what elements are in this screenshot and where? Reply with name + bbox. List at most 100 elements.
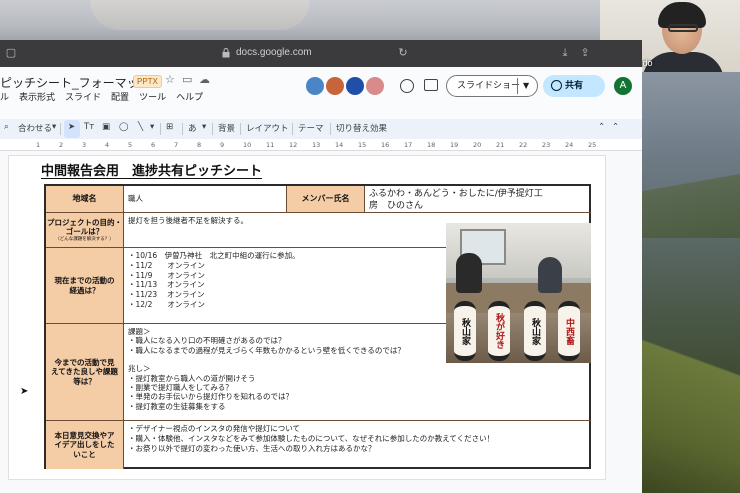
zoom-select[interactable]: 合わせる [18, 122, 52, 134]
ruler-tick: 10 [243, 141, 252, 149]
transition-button[interactable]: 切り替え効果 [336, 122, 387, 134]
star-icon[interactable]: ☆ [165, 73, 175, 86]
ruler-tick: 13 [312, 141, 321, 149]
move-folder-icon[interactable]: ▭ [182, 73, 192, 86]
findings-line: ・単発のお手伝いから提灯作りを知れるのでは？ [128, 392, 293, 402]
share-page-icon[interactable]: ⇪ [578, 46, 592, 60]
menu-item-help[interactable]: ヘルプ [176, 90, 203, 106]
menu-item-edit-fragment[interactable]: ル [0, 90, 9, 106]
ruler-tick: 7 [174, 141, 179, 149]
collaborator-avatar[interactable] [366, 77, 384, 95]
shape-icon[interactable]: ◯ [119, 122, 129, 132]
sidebar-icon[interactable]: ▢ [4, 46, 18, 60]
chevron-down-icon[interactable]: ▼ [523, 76, 529, 96]
menu-item-slide[interactable]: スライド [65, 90, 101, 106]
menu-item-tools[interactable]: ツール [139, 90, 166, 106]
activity-item: ・10/16 伊曽乃神社 北之町中組の運行に参加。 [128, 251, 300, 260]
pitch-sheet-table[interactable]: 地域名 職人 メンバー氏名 ふるかわ・あんどう・おしたに/伊予提灯工 房 ひのさ… [44, 184, 591, 469]
ruler-tick: 16 [381, 141, 390, 149]
exchange-item: ・お祭り以外で提灯の変わった使い方、生活への取り入れ方はあるかな？ [128, 443, 376, 453]
select-cursor-icon[interactable]: ➤ [68, 122, 75, 132]
ruler-tick: 11 [266, 141, 275, 149]
ruler-tick: 12 [289, 141, 298, 149]
ceiling-decoration [90, 0, 310, 30]
input-tools-icon[interactable]: あ [188, 122, 197, 134]
share-button[interactable]: 共有 [543, 75, 605, 97]
goal-value[interactable]: 提灯を担う後継者不足を解決する。 [124, 213, 446, 248]
browser-window: ▢ docs.google.com ↻ ⤓ ⇪ ピッチシート_フォーマット PP… [0, 40, 642, 493]
line-icon[interactable]: ╲ [138, 122, 143, 132]
exchange-item: ・購入・体験他、インスタなどをみて参加体験したものについて、なぜそれに参加したの… [128, 433, 495, 443]
menu-bar: ル 表示形式 スライド 配置 ツール ヘルプ [0, 90, 203, 106]
slideshow-button[interactable]: スライドショー ▼ [446, 75, 538, 97]
download-icon[interactable]: ⤓ [558, 46, 572, 60]
exchange-label: 本日意見交換やアイデア出しをしたいこと [46, 421, 124, 469]
layout-button[interactable]: レイアウト [246, 122, 289, 134]
address-bar[interactable]: ▢ docs.google.com ↻ ⤓ ⇪ [0, 40, 642, 67]
theme-button[interactable]: テーマ [298, 122, 324, 134]
video-background-landscape [640, 68, 740, 493]
hill-shape [640, 308, 740, 493]
button-divider [517, 78, 518, 94]
slide[interactable]: 中間報告会用 進捗共有ピッチシート 地域名 職人 メンバー氏名 ふるかわ・あんど… [8, 155, 606, 480]
activity-list[interactable]: ・10/16 伊曽乃神社 北之町中組の運行に参加。 ・11/2 オンライン ・1… [124, 248, 446, 324]
text-box-icon[interactable]: Tт [84, 122, 94, 132]
collaborator-avatar[interactable] [306, 77, 324, 95]
share-label: 共有 [565, 81, 584, 91]
goal-label-text: プロジェクトの目的・ゴールは？ [47, 217, 122, 237]
region-label: 地域名 [46, 186, 124, 213]
version-history-icon[interactable] [400, 79, 414, 93]
ruler-tick: 22 [519, 141, 528, 149]
chevron-down-icon[interactable]: ▾ [202, 122, 206, 132]
members-line: 房 ひのさん [369, 201, 424, 212]
chevron-up-icon[interactable]: ⌃ [598, 122, 605, 132]
findings-line: 兆し＞ [128, 364, 151, 374]
collapse-icon[interactable]: ⌃ [612, 122, 619, 132]
ruler-tick: 19 [450, 141, 459, 149]
ruler-tick: 24 [565, 141, 574, 149]
members-value[interactable]: ふるかわ・あんどう・おしたに/伊予提灯工 房 ひのさん [365, 186, 591, 213]
ruler-tick: 20 [473, 141, 482, 149]
collaborator-avatar[interactable] [326, 77, 344, 95]
slide-title[interactable]: 中間報告会用 進捗共有ピッチシート [41, 160, 262, 179]
workshop-photo[interactable]: 秋山家 秋が好き 秋山家 中西畜 [446, 223, 591, 363]
menu-item-format[interactable]: 表示形式 [19, 90, 55, 106]
collaborator-avatar[interactable] [346, 77, 364, 95]
members-line: ふるかわ・あんどう・おしたに/伊予提灯工 [369, 189, 543, 199]
insert-comment-icon[interactable]: ⊞ [166, 122, 173, 132]
url-text[interactable]: docs.google.com [236, 47, 312, 58]
lantern: 中西畜 [558, 301, 580, 361]
activity-item: ・11/13 オンライン [128, 280, 205, 290]
document-title[interactable]: ピッチシート_フォーマット [0, 74, 151, 91]
ruler-tick: 8 [197, 141, 202, 149]
ruler-tick: 17 [404, 141, 413, 149]
background-button[interactable]: 背景 [218, 122, 235, 134]
chevron-down-icon[interactable]: ▾ [150, 122, 154, 132]
photo-person [456, 253, 482, 293]
ruler-tick: 14 [335, 141, 344, 149]
lantern: 秋山家 [454, 301, 476, 361]
horizontal-ruler: 1 2 3 4 5 6 7 8 9 10 11 12 13 14 15 16 17 18 19 20 21 22 23 24 2… [0, 139, 642, 151]
account-avatar[interactable]: A [614, 77, 632, 95]
ruler-tick: 9 [220, 141, 225, 149]
reload-icon[interactable]: ↻ [396, 46, 410, 60]
lantern: 秋が好き [488, 301, 510, 361]
comments-icon[interactable] [424, 79, 438, 91]
mouse-pointer-icon: ➤ [20, 386, 29, 397]
participant-shirt [642, 52, 724, 72]
menu-item-arrange[interactable]: 配置 [111, 90, 129, 106]
chevron-down-icon[interactable]: ▾ [52, 122, 56, 132]
activity-item: ・11/9 オンライン [128, 270, 205, 280]
cloud-status-icon[interactable]: ☁ [199, 73, 210, 86]
region-value[interactable]: 職人 [124, 186, 287, 213]
findings-line: ・副業で提灯職人をしてみる？ [128, 382, 233, 392]
ruler-tick: 15 [358, 141, 367, 149]
zoom-icon[interactable]: ⌕ [4, 122, 9, 132]
ruler-tick: 3 [82, 141, 87, 149]
ruler-tick: 25 [588, 141, 597, 149]
ruler-tick: 1 [36, 141, 41, 149]
exchange-list[interactable]: ・デザイナー視点のインスタの発信や提灯について ・購入・体験他、インスタなどをみ… [124, 421, 591, 469]
image-icon[interactable]: ▣ [102, 122, 110, 132]
toolbar-divider [240, 123, 241, 135]
findings-label: 今までの活動で見えてきた良しや課題等は？ [46, 324, 124, 421]
